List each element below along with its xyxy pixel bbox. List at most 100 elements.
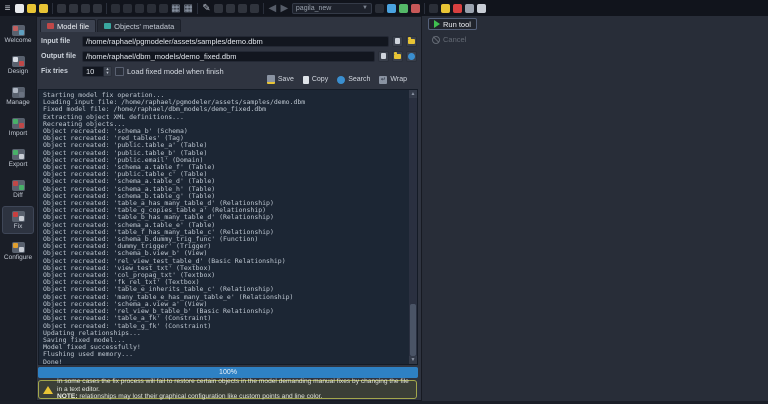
toolbar-separator: [424, 3, 425, 14]
sidebar-item-label: Import: [9, 130, 27, 137]
edit-icon[interactable]: ✎: [202, 4, 211, 13]
model-selector-dropdown[interactable]: pagila_new ▼: [292, 3, 372, 14]
warning-box: In some cases the fix process will fail …: [38, 380, 417, 399]
new-model-icon[interactable]: [15, 4, 24, 13]
support-lifebuoy-icon[interactable]: [453, 4, 462, 13]
copy-output-button[interactable]: Copy: [303, 76, 328, 84]
swap-objects-icon[interactable]: [399, 4, 408, 13]
compact-view-icon[interactable]: [238, 4, 247, 13]
warning-note-label: NOTE:: [57, 393, 78, 400]
plugins-icon[interactable]: [411, 4, 420, 13]
zoom-out-icon[interactable]: [111, 4, 120, 13]
spinner-down-icon[interactable]: ▼: [106, 71, 110, 75]
sidebar-item-import[interactable]: Import: [2, 113, 34, 141]
fix-wrench-icon: [12, 211, 25, 222]
scroll-down-icon[interactable]: ▼: [409, 356, 417, 364]
fix-tries-label: Fix tries: [41, 68, 79, 75]
input-file-label: Input file: [41, 38, 79, 45]
sidebar-item-manage[interactable]: Manage: [2, 82, 34, 110]
open-output-location-button[interactable]: [406, 51, 417, 62]
warning-icon: [43, 386, 53, 394]
open-model-icon[interactable]: [39, 4, 48, 13]
zoom-in-icon[interactable]: [135, 4, 144, 13]
zoom-normal-icon[interactable]: [123, 4, 132, 13]
tab-model-file[interactable]: Model file: [40, 19, 96, 32]
plugin-socket-icon[interactable]: [429, 4, 438, 13]
sidebar-item-welcome[interactable]: Welcome: [2, 20, 34, 48]
sidebar-item-design[interactable]: Design: [2, 51, 34, 79]
find-object-icon[interactable]: [387, 4, 396, 13]
warning-line-1: In some cases the fix process will fail …: [57, 378, 412, 393]
toolbar-right: [375, 3, 486, 14]
folder-icon: [394, 54, 401, 59]
trash-icon: [395, 38, 400, 44]
sidebar-item-label: Export: [9, 161, 28, 168]
trash-icon: [381, 53, 386, 59]
sidebar-item-diff[interactable]: Diff: [2, 175, 34, 203]
sidebar-item-fix[interactable]: Fix: [2, 206, 34, 234]
search-icon: [337, 76, 345, 84]
fix-tries-field[interactable]: [82, 66, 104, 77]
metadata-tab-icon: [104, 23, 111, 29]
select-input-file-button[interactable]: [406, 36, 417, 47]
tab-objects-metadata[interactable]: Objects' metadata: [97, 19, 181, 32]
search-history-icon[interactable]: [465, 4, 474, 13]
input-file-field[interactable]: [82, 36, 389, 47]
model-file-icon[interactable]: [375, 4, 384, 13]
save-model-icon[interactable]: [27, 4, 36, 13]
magnifier-icon[interactable]: [147, 4, 156, 13]
clear-input-file-button[interactable]: [392, 36, 403, 47]
donate-icon[interactable]: [441, 4, 450, 13]
export-file-icon[interactable]: [93, 4, 102, 13]
select-all-icon[interactable]: [214, 4, 223, 13]
search-label: Search: [348, 76, 370, 83]
main-menu-icon[interactable]: ≡: [3, 4, 12, 13]
save-output-button[interactable]: Save: [267, 75, 294, 84]
output-file-field[interactable]: [82, 51, 375, 62]
wrap-output-button[interactable]: ↵ Wrap: [379, 76, 407, 84]
align-grid-icon[interactable]: ▦: [183, 4, 192, 13]
copy-icon: [303, 76, 309, 84]
layers-icon[interactable]: [250, 4, 259, 13]
cancel-icon: [432, 36, 440, 44]
run-tool-label: Run tool: [443, 20, 471, 29]
clear-output-file-button[interactable]: [378, 51, 389, 62]
scroll-up-icon[interactable]: ▲: [409, 90, 417, 98]
load-fixed-model-label: Load fixed model when finish: [127, 67, 224, 76]
next-model-icon[interactable]: ▶: [280, 4, 289, 13]
log-toolbar: Save Copy Search ↵ Wrap: [267, 75, 407, 84]
show-grid-icon[interactable]: ▦: [171, 4, 180, 13]
export-svg-icon[interactable]: [81, 4, 90, 13]
load-fixed-model-checkbox[interactable]: [115, 67, 124, 76]
sidebar-item-label: Manage: [6, 99, 30, 106]
select-output-file-button[interactable]: [392, 51, 403, 62]
search-output-button[interactable]: Search: [337, 76, 370, 84]
cancel-button[interactable]: Cancel: [428, 34, 470, 45]
progress-bar: 100%: [38, 367, 418, 378]
model-file-tab-icon: [47, 23, 54, 29]
about-icon[interactable]: [477, 4, 486, 13]
export-image-icon[interactable]: [69, 4, 78, 13]
diff-icon: [12, 180, 25, 191]
scrollbar-track[interactable]: [409, 98, 417, 356]
chevron-down-icon: ▼: [362, 5, 368, 11]
fit-objects-icon[interactable]: [226, 4, 235, 13]
warning-text: In some cases the fix process will fail …: [57, 378, 412, 401]
log-output-area: Starting model fix operation...Loading i…: [38, 89, 418, 365]
prev-model-icon[interactable]: ◀: [268, 4, 277, 13]
toolbar-separator: [197, 3, 198, 14]
spinner-arrows[interactable]: ▲▼: [104, 66, 112, 77]
print-icon[interactable]: [57, 4, 66, 13]
sidebar-item-configure[interactable]: Configure: [2, 237, 34, 265]
welcome-icon: [12, 25, 25, 36]
scrollbar-thumb[interactable]: [410, 304, 416, 356]
log-output[interactable]: Starting model fix operation...Loading i…: [39, 90, 409, 364]
cancel-label: Cancel: [443, 35, 466, 44]
manage-icon: [12, 87, 25, 98]
objects-tree-icon[interactable]: [159, 4, 168, 13]
log-scrollbar[interactable]: ▲ ▼: [409, 90, 417, 364]
run-tool-button[interactable]: Run tool: [428, 18, 477, 30]
log-line: Flushing used memory...: [43, 351, 409, 358]
sidebar-item-export[interactable]: Export: [2, 144, 34, 172]
top-toolbar: ≡ ▦▦ ✎ ◀▶ pagila_new ▼: [0, 0, 768, 16]
